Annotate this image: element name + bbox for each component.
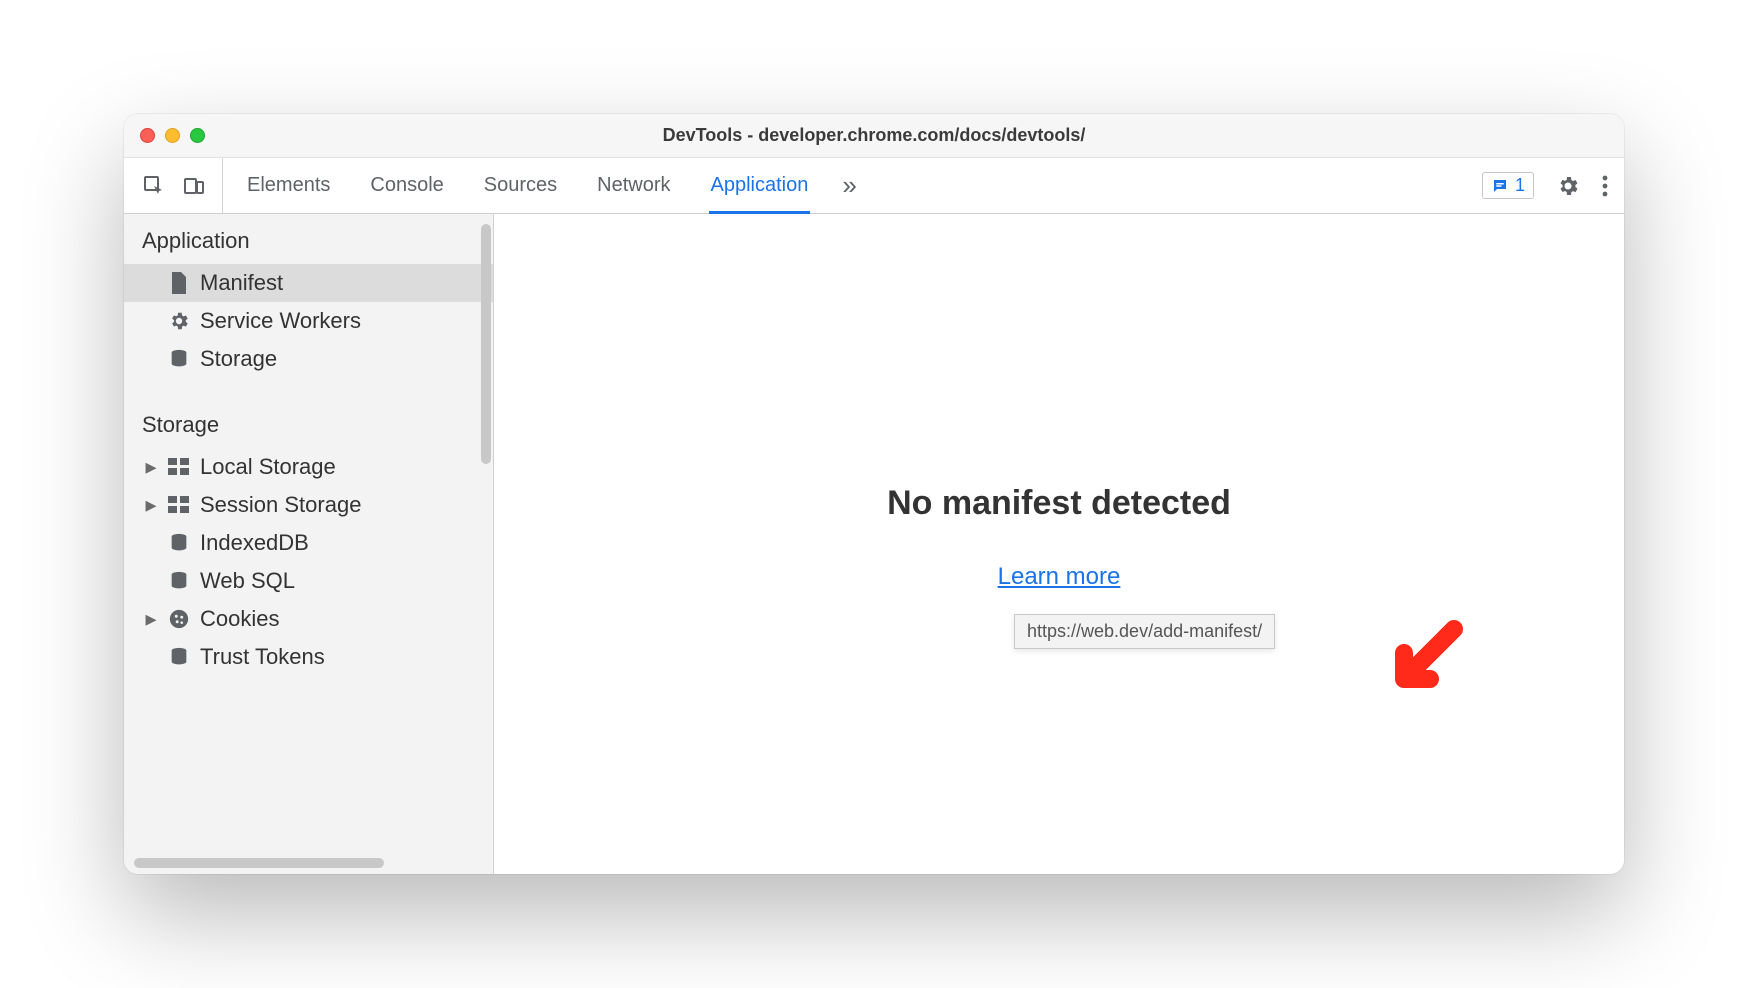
panel-body: Application Manifest Service Workers Sto… [124, 214, 1624, 874]
sidebar-item-label: Storage [200, 346, 277, 372]
sidebar-item-label: Local Storage [200, 454, 336, 480]
sidebar-item-label: Session Storage [200, 492, 361, 518]
learn-more-link[interactable]: Learn more [998, 563, 1121, 591]
window-title: DevTools - developer.chrome.com/docs/dev… [124, 125, 1624, 146]
cookie-icon [168, 608, 190, 630]
issues-count: 1 [1515, 175, 1525, 196]
sidebar-item-label: Cookies [200, 606, 279, 632]
url-tooltip: https://web.dev/add-manifest/ [1014, 614, 1275, 649]
devtools-window: DevTools - developer.chrome.com/docs/dev… [124, 114, 1624, 874]
sidebar-item-label: IndexedDB [200, 530, 309, 556]
file-icon [168, 272, 190, 294]
sidebar-item-manifest[interactable]: Manifest [124, 264, 493, 302]
database-icon [168, 532, 190, 554]
sidebar-item-session-storage[interactable]: ▸ Session Storage [124, 486, 493, 524]
window-maximize-button[interactable] [190, 128, 205, 143]
sidebar-item-storage-overview[interactable]: Storage [124, 340, 493, 378]
sidebar-item-label: Manifest [200, 270, 283, 296]
tab-console[interactable]: Console [370, 158, 443, 213]
traffic-lights [140, 128, 205, 143]
sidebar-item-cookies[interactable]: ▸ Cookies [124, 600, 493, 638]
sidebar-item-trust-tokens[interactable]: Trust Tokens [124, 638, 493, 676]
main-toolbar: Elements Console Sources Network Applica… [124, 158, 1624, 214]
application-main: No manifest detected Learn more https://… [494, 214, 1624, 874]
sidebar-scrollbar-horizontal[interactable] [134, 858, 384, 868]
sidebar-section-application: Application [124, 214, 493, 264]
tab-application[interactable]: Application [711, 158, 809, 213]
chevron-right-icon: ▸ [144, 606, 158, 632]
tab-network[interactable]: Network [597, 158, 670, 213]
settings-icon[interactable] [1554, 172, 1582, 200]
window-minimize-button[interactable] [165, 128, 180, 143]
sidebar-item-local-storage[interactable]: ▸ Local Storage [124, 448, 493, 486]
sidebar-item-web-sql[interactable]: Web SQL [124, 562, 493, 600]
database-icon [168, 570, 190, 592]
application-sidebar: Application Manifest Service Workers Sto… [124, 214, 494, 874]
empty-state: No manifest detected Learn more [494, 484, 1624, 591]
sidebar-item-label: Trust Tokens [200, 644, 325, 670]
chevron-right-icon: ▸ [144, 454, 158, 480]
empty-state-title: No manifest detected [494, 484, 1624, 523]
sidebar-scrollbar-vertical[interactable] [481, 224, 491, 464]
panel-tabs: Elements Console Sources Network Applica… [247, 158, 808, 213]
toolbar-right: 1 [1482, 172, 1608, 200]
issues-badge[interactable]: 1 [1482, 172, 1534, 199]
more-menu-icon[interactable] [1602, 175, 1608, 197]
tab-elements[interactable]: Elements [247, 158, 330, 213]
sidebar-item-label: Service Workers [200, 308, 361, 334]
tabs-overflow-button[interactable]: » [842, 170, 856, 201]
gear-icon [168, 310, 190, 332]
tab-sources[interactable]: Sources [484, 158, 557, 213]
chat-icon [1491, 177, 1509, 195]
inspect-element-icon[interactable] [140, 172, 168, 200]
database-icon [168, 348, 190, 370]
grid-icon [168, 456, 190, 478]
toolbar-left [140, 158, 223, 213]
sidebar-section-storage: Storage [124, 398, 493, 448]
titlebar: DevTools - developer.chrome.com/docs/dev… [124, 114, 1624, 158]
sidebar-item-label: Web SQL [200, 568, 295, 594]
sidebar-item-indexeddb[interactable]: IndexedDB [124, 524, 493, 562]
device-toggle-icon[interactable] [180, 172, 208, 200]
window-close-button[interactable] [140, 128, 155, 143]
sidebar-item-service-workers[interactable]: Service Workers [124, 302, 493, 340]
chevron-right-icon: ▸ [144, 492, 158, 518]
database-icon [168, 646, 190, 668]
grid-icon [168, 494, 190, 516]
